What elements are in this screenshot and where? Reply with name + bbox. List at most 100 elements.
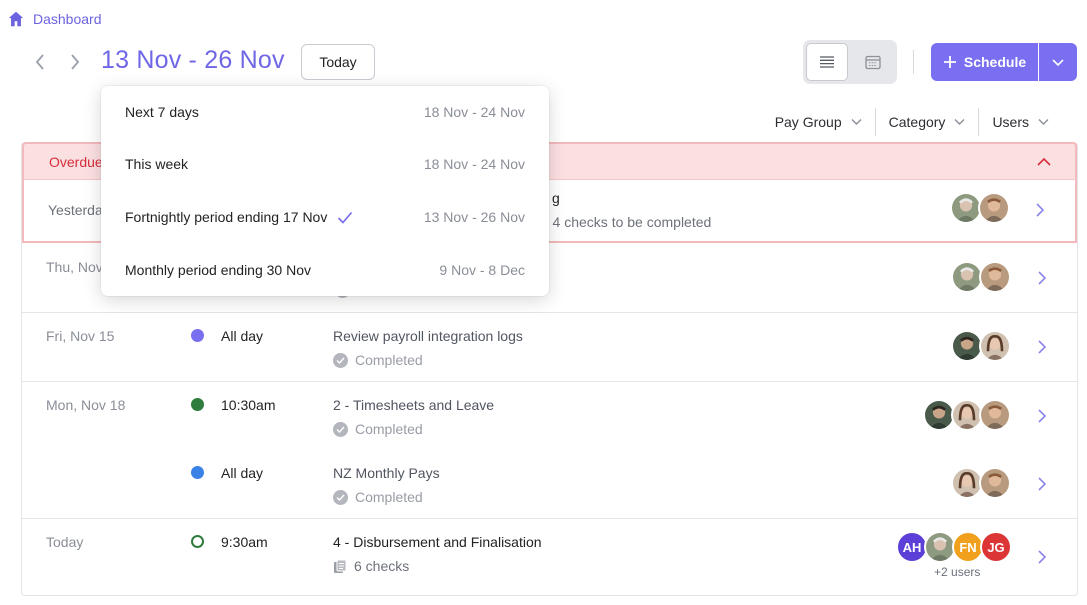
row-time: All day <box>221 328 264 344</box>
next-period-button[interactable] <box>65 50 85 74</box>
status-label: Completed <box>355 352 423 368</box>
schedule-entry[interactable]: All day NZ Monthly Pays Completed <box>22 450 1077 518</box>
row-status: Completed <box>333 489 423 505</box>
schedule-label: Schedule <box>963 54 1027 70</box>
open-row-button[interactable] <box>1037 476 1047 492</box>
open-row-button[interactable] <box>1037 270 1047 286</box>
menu-item-next-7-days[interactable]: Next 7 days 18 Nov - 24 Nov <box>101 86 549 138</box>
avatar <box>979 261 1011 293</box>
status-label: 6 checks <box>354 558 410 574</box>
assignee-avatars <box>951 330 1011 362</box>
users-filter[interactable]: Users <box>978 108 1062 136</box>
menu-item-range: 13 Nov - 26 Nov <box>423 209 525 225</box>
menu-item-label: Fortnightly period ending 17 Nov <box>125 209 328 225</box>
chevron-down-icon <box>851 119 862 125</box>
list-view-button[interactable] <box>806 43 849 81</box>
avatar <box>979 467 1011 499</box>
filter-label: Pay Group <box>774 114 842 130</box>
filter-label: Category <box>888 114 946 130</box>
today-button[interactable]: Today <box>301 44 375 80</box>
avatar <box>979 330 1011 362</box>
row-date: Today <box>46 534 84 550</box>
row-time: 10:30am <box>221 397 276 413</box>
completed-check-icon <box>333 352 348 368</box>
avatar <box>979 399 1011 431</box>
calendar-icon <box>865 55 881 70</box>
menu-item-label: This week <box>125 156 189 172</box>
filter-bar: Pay Group Category Users <box>762 108 1062 136</box>
assignee-avatars <box>951 261 1011 293</box>
menu-item-label: Next 7 days <box>125 104 199 120</box>
chevron-right-icon <box>1036 203 1045 217</box>
more-users-count: +2 users <box>934 565 981 579</box>
breadcrumb-label: Dashboard <box>33 11 102 27</box>
view-toggle <box>803 40 897 84</box>
chevron-down-icon <box>954 119 965 125</box>
table-row[interactable]: Today 9:30am 4 - Disbursement and Finali… <box>22 519 1077 595</box>
date-range-selector[interactable]: 13 Nov - 26 Nov <box>101 46 285 75</box>
chevron-right-icon <box>1038 550 1047 564</box>
chevron-left-icon <box>35 54 44 70</box>
row-time: All day <box>221 465 264 481</box>
checkmark-icon <box>338 211 353 224</box>
completed-check-icon <box>333 489 348 505</box>
period-dropdown-menu: Next 7 days 18 Nov - 24 Nov This week 18… <box>101 86 549 296</box>
status-dot <box>191 466 204 479</box>
chevron-right-icon <box>71 54 80 70</box>
open-row-button[interactable] <box>1037 339 1047 355</box>
home-icon <box>8 11 24 27</box>
open-row-button[interactable] <box>1035 202 1045 218</box>
open-row-button[interactable] <box>1037 408 1047 424</box>
menu-item-range: 18 Nov - 24 Nov <box>423 156 525 172</box>
menu-item-monthly-period[interactable]: Monthly period ending 30 Nov 9 Nov - 8 D… <box>101 244 549 296</box>
previous-period-button[interactable] <box>30 50 50 74</box>
pay-group-filter[interactable]: Pay Group <box>762 108 875 136</box>
status-label: Completed <box>355 421 423 437</box>
filter-label: Users <box>992 114 1029 130</box>
chevron-up-icon <box>1037 157 1051 166</box>
status-label: Completed <box>355 489 423 505</box>
row-status: Completed <box>333 352 423 368</box>
status-dot <box>191 398 204 411</box>
schedule-entry[interactable]: 10:30am 2 - Timesheets and Leave Complet… <box>22 382 1077 450</box>
toolbar-divider <box>913 50 914 74</box>
menu-item-this-week[interactable]: This week 18 Nov - 24 Nov <box>101 138 549 190</box>
row-task-name: 2 - Timesheets and Leave <box>333 397 495 413</box>
row-status: Completed <box>333 421 423 437</box>
chevron-right-icon <box>1038 477 1047 491</box>
menu-item-label: Monthly period ending 30 Nov <box>125 262 312 278</box>
assignee-avatars: AH FN JG <box>896 531 1012 563</box>
menu-item-fortnightly-period[interactable]: Fortnightly period ending 17 Nov 13 Nov … <box>101 191 549 243</box>
row-task-name: 4 - Disbursement and Finalisation <box>333 534 542 550</box>
assignee-avatars <box>950 192 1010 224</box>
plus-icon <box>943 56 956 68</box>
chevron-right-icon <box>1038 340 1047 354</box>
avatar <box>978 192 1010 224</box>
list-icon <box>820 56 835 68</box>
category-filter[interactable]: Category <box>874 108 979 136</box>
table-row[interactable]: Fri, Nov 15 All day Review payroll integ… <box>22 313 1077 382</box>
breadcrumb[interactable]: Dashboard <box>7 10 102 28</box>
menu-item-range: 18 Nov - 24 Nov <box>423 104 525 120</box>
completed-check-icon <box>333 421 348 437</box>
row-date: Fri, Nov 15 <box>46 328 115 344</box>
schedule-options-button[interactable] <box>1039 43 1077 81</box>
calendar-view-button[interactable] <box>852 43 894 81</box>
chevron-right-icon <box>1038 409 1047 423</box>
row-task-name: Review payroll integration logs <box>333 328 523 344</box>
assignee-avatars <box>923 399 1011 431</box>
row-status: - 4 checks to be completed <box>544 214 712 230</box>
schedule-button[interactable]: Schedule <box>931 43 1038 81</box>
chevron-down-icon <box>1052 59 1064 67</box>
overdue-label: Overdue <box>49 153 103 170</box>
status-dot <box>191 535 204 548</box>
status-dot <box>191 329 204 342</box>
table-row: Mon, Nov 18 10:30am 2 - Timesheets and L… <box>22 382 1077 519</box>
menu-item-range: 9 Nov - 8 Dec <box>439 262 525 278</box>
open-row-button[interactable] <box>1037 549 1047 565</box>
chevron-down-icon <box>1038 119 1049 125</box>
row-time: 9:30am <box>221 534 268 550</box>
assignee-avatars <box>951 467 1011 499</box>
row-task-name: NZ Monthly Pays <box>333 465 440 481</box>
chevron-right-icon <box>1038 271 1047 285</box>
